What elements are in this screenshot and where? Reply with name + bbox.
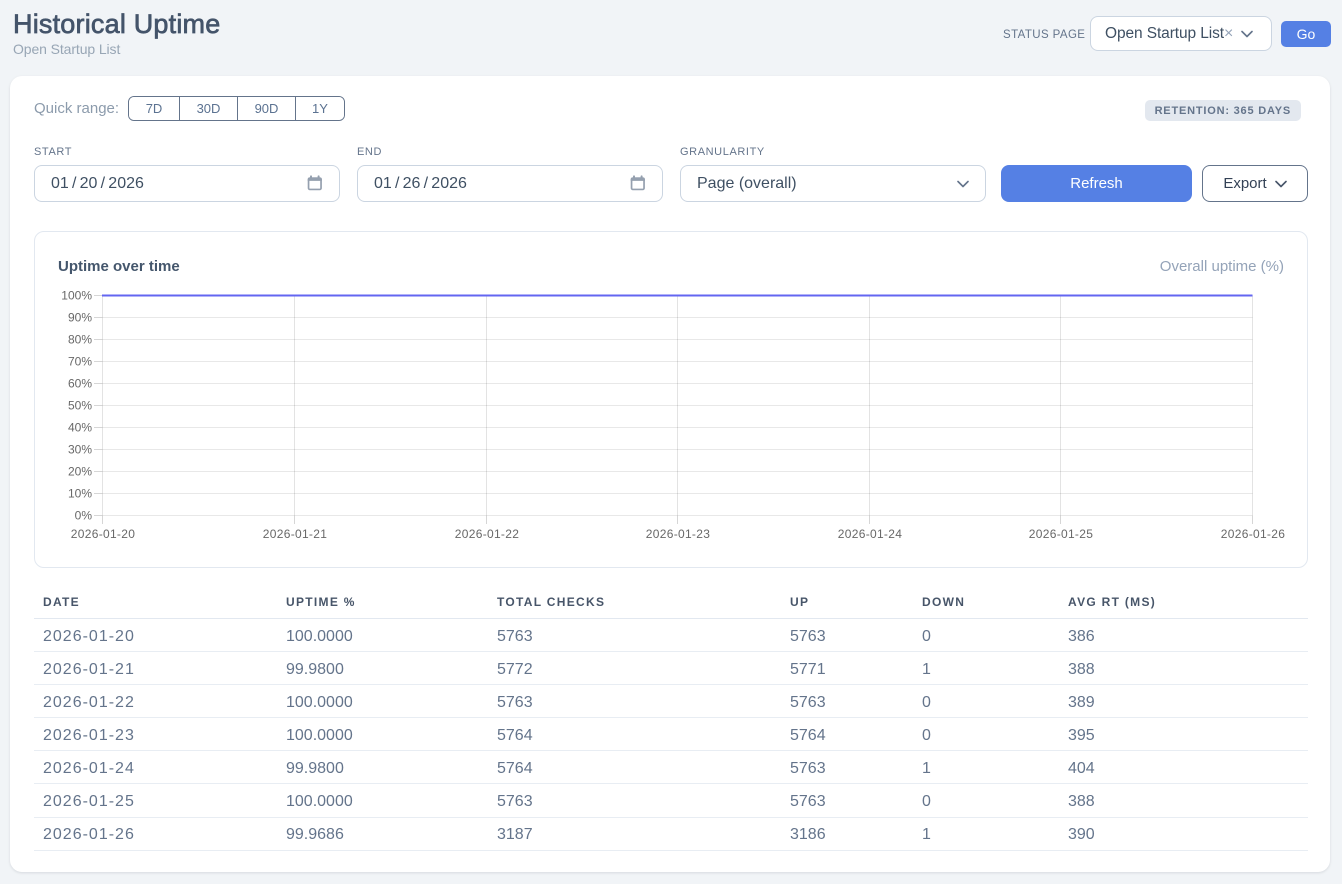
svg-text:60%: 60% xyxy=(68,377,92,391)
svg-text:20%: 20% xyxy=(68,465,92,479)
svg-text:40%: 40% xyxy=(68,421,92,435)
svg-text:2026-01-23: 2026-01-23 xyxy=(646,527,710,541)
svg-text:2026-01-26: 2026-01-26 xyxy=(1221,527,1285,541)
svg-text:2026-01-25: 2026-01-25 xyxy=(1029,527,1093,541)
svg-text:30%: 30% xyxy=(68,443,92,457)
svg-text:0%: 0% xyxy=(75,509,93,523)
svg-text:2026-01-22: 2026-01-22 xyxy=(455,527,519,541)
svg-text:2026-01-20: 2026-01-20 xyxy=(71,527,135,541)
svg-text:10%: 10% xyxy=(68,487,92,501)
svg-text:100%: 100% xyxy=(61,289,92,303)
svg-text:80%: 80% xyxy=(68,333,92,347)
svg-text:70%: 70% xyxy=(68,355,92,369)
svg-text:2026-01-21: 2026-01-21 xyxy=(263,527,327,541)
svg-text:50%: 50% xyxy=(68,399,92,413)
svg-text:90%: 90% xyxy=(68,311,92,325)
svg-text:2026-01-24: 2026-01-24 xyxy=(838,527,902,541)
